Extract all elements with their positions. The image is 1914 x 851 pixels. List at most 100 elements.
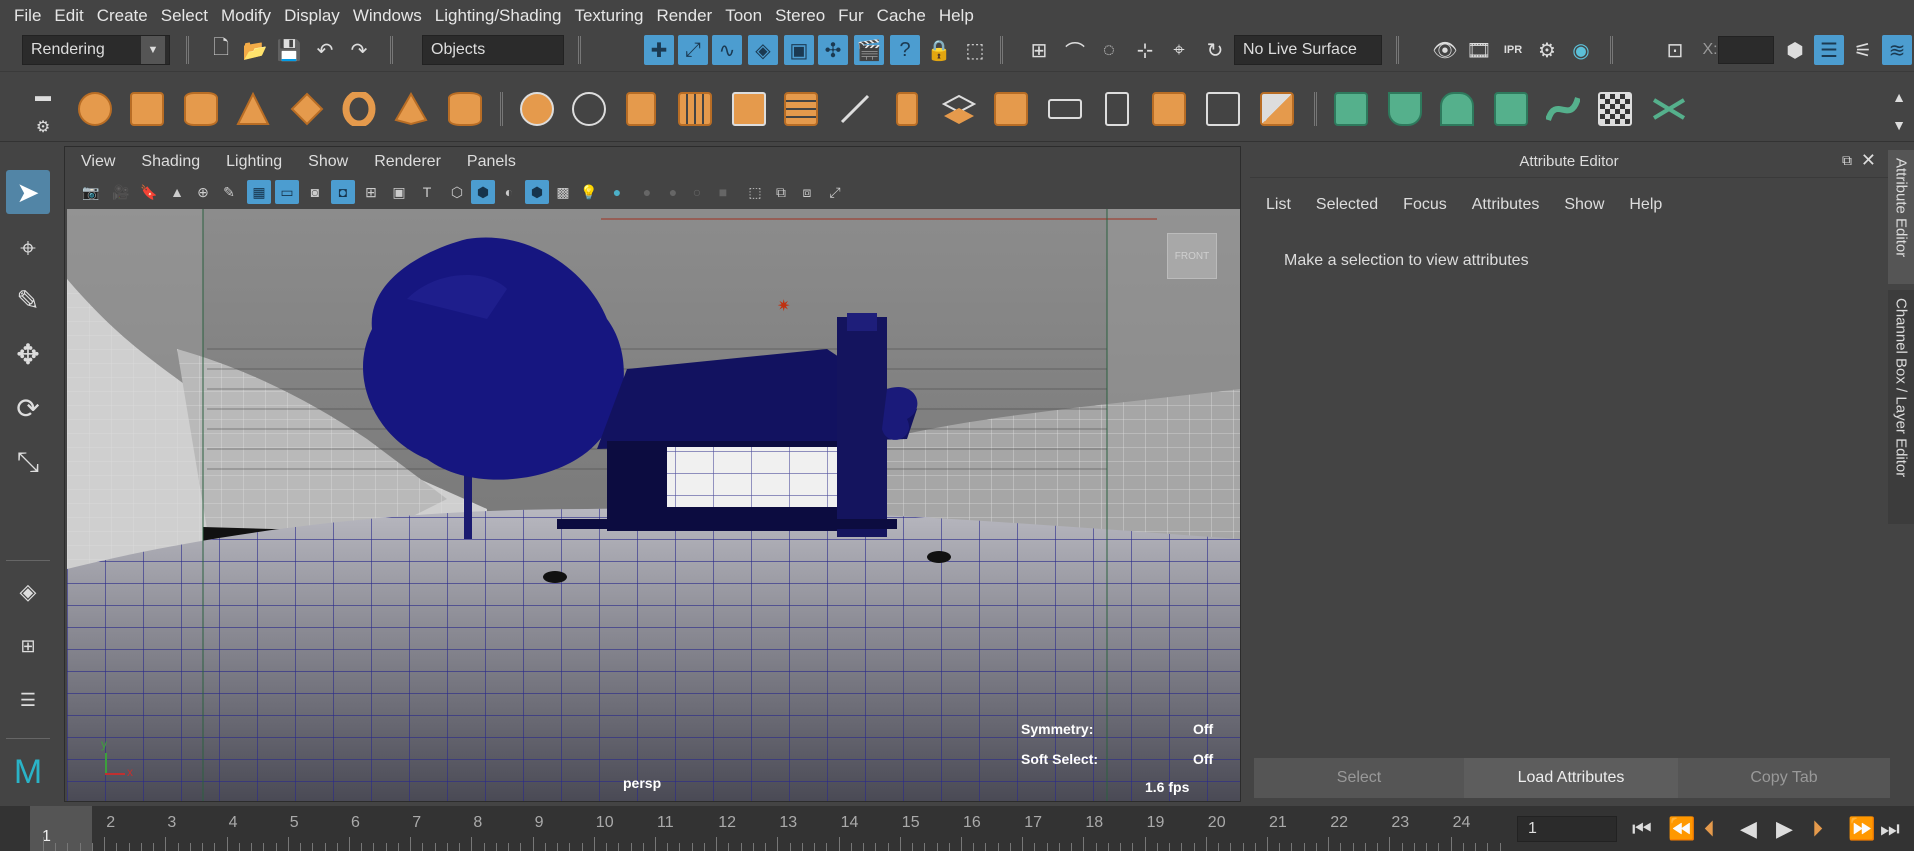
current-frame-marker[interactable]: 1: [30, 806, 92, 851]
viewport-3d[interactable]: ✷ FRONT Symmetry: Off Soft Select: Off 1…: [67, 209, 1240, 801]
smooth-shade-icon[interactable]: ⬢: [471, 180, 495, 204]
render-settings-icon[interactable]: ⚙: [1532, 35, 1562, 65]
select-tool-icon[interactable]: ➤: [6, 170, 50, 214]
hypershade-icon[interactable]: ◉: [1566, 35, 1596, 65]
append-polygon-icon[interactable]: [990, 88, 1032, 130]
poly-pyramid-icon[interactable]: [390, 88, 432, 130]
screen-space-ao-icon[interactable]: ●: [635, 180, 659, 204]
x-coordinate-input[interactable]: [1718, 36, 1774, 64]
grease-pencil-icon[interactable]: ✎: [217, 180, 241, 204]
menu-windows[interactable]: Windows: [353, 6, 435, 26]
separate-icon[interactable]: [568, 88, 610, 130]
go-to-end-icon[interactable]: ⏭: [1880, 816, 1900, 842]
channel-box-toggle-icon[interactable]: ≋: [1882, 35, 1912, 65]
redo-icon[interactable]: ↷: [344, 35, 374, 65]
viewport-menu-panels[interactable]: Panels: [467, 153, 516, 171]
depth-of-field-icon[interactable]: ■: [711, 180, 735, 204]
select-by-deformation-icon[interactable]: ▣: [784, 35, 814, 65]
lighting-icon[interactable]: ◐: [497, 180, 521, 204]
render-current-frame-icon[interactable]: 🎞: [1464, 35, 1494, 65]
tab-attribute-editor[interactable]: Attribute Editor: [1888, 150, 1914, 284]
play-forwards-icon[interactable]: ▶: [1776, 816, 1793, 842]
bounding-box-icon[interactable]: [1044, 88, 1086, 130]
play-backwards-icon[interactable]: ◀: [1740, 816, 1757, 842]
step-back-key-icon[interactable]: ⏪: [1668, 816, 1695, 842]
step-forward-frame-icon[interactable]: ⏵: [1812, 816, 1823, 842]
lasso-tool-icon[interactable]: ⌖: [6, 226, 50, 270]
wireframe-icon[interactable]: ⬡: [445, 180, 469, 204]
snap-to-point-icon[interactable]: ◌: [1094, 35, 1124, 65]
menu-render[interactable]: Render: [656, 6, 725, 26]
menu-edit[interactable]: Edit: [54, 6, 96, 26]
menu-select[interactable]: Select: [161, 6, 221, 26]
poly-cube-icon[interactable]: [126, 88, 168, 130]
menu-fur[interactable]: Fur: [838, 6, 877, 26]
bookmark-icon[interactable]: 🔖: [137, 180, 161, 204]
resolution-gate-icon[interactable]: ◙: [303, 180, 327, 204]
image-plane-icon[interactable]: ▲: [165, 180, 189, 204]
select-by-handle-icon[interactable]: ⤢: [678, 35, 708, 65]
scale-tool-icon[interactable]: ⤡: [6, 440, 50, 484]
rotate-tool-icon[interactable]: ⟳: [6, 386, 50, 430]
current-frame-input[interactable]: 1: [1517, 816, 1617, 842]
safe-action-icon[interactable]: ▣: [387, 180, 411, 204]
safe-title-icon[interactable]: T: [415, 180, 439, 204]
select-by-surface-icon[interactable]: ◈: [748, 35, 778, 65]
go-to-start-icon[interactable]: ⏮: [1632, 816, 1652, 842]
poly-plane-icon[interactable]: [286, 88, 328, 130]
curve-warp-icon[interactable]: [1542, 88, 1584, 130]
shadows-icon[interactable]: ●: [605, 180, 629, 204]
uv-cut-icon[interactable]: [1648, 88, 1690, 130]
motion-blur-icon[interactable]: ●: [661, 180, 685, 204]
shelf-minimize-icon[interactable]: ▬: [28, 82, 58, 112]
ae-menu-attributes[interactable]: Attributes: [1472, 196, 1540, 214]
tool-settings-icon[interactable]: ⚟: [1848, 35, 1878, 65]
four-view-layout-icon[interactable]: ⊞: [6, 624, 50, 668]
make-live-icon[interactable]: ⌖: [1164, 35, 1194, 65]
xray-components-icon[interactable]: ⤢: [823, 180, 847, 204]
insert-edge-loop-icon[interactable]: [886, 88, 928, 130]
transform-constraint-icon[interactable]: ⊡: [1660, 35, 1690, 65]
select-by-hierarchy-icon[interactable]: ✚: [644, 35, 674, 65]
move-tool-icon[interactable]: ✥: [6, 332, 50, 376]
poly-sphere-icon[interactable]: [74, 88, 116, 130]
viewport-menu-view[interactable]: View: [81, 153, 115, 171]
select-by-dynamics-icon[interactable]: ✣: [818, 35, 848, 65]
isolate-select-icon[interactable]: ⬚: [743, 180, 767, 204]
menu-toon[interactable]: Toon: [725, 6, 775, 26]
cluster-icon[interactable]: [1202, 88, 1244, 130]
viewport-menu-lighting[interactable]: Lighting: [226, 153, 282, 171]
maya-logo-icon[interactable]: M: [6, 750, 50, 794]
select-by-misc-icon[interactable]: ?: [890, 35, 920, 65]
menu-help[interactable]: Help: [939, 6, 987, 26]
undo-icon[interactable]: ↶: [310, 35, 340, 65]
xray-joints-icon[interactable]: ⧈: [795, 180, 819, 204]
xray-icon[interactable]: ⧉: [769, 180, 793, 204]
menuset-dropdown[interactable]: Rendering ▼: [22, 35, 170, 65]
render-view-icon[interactable]: 👁: [1430, 35, 1460, 65]
modeling-toolkit-icon[interactable]: ⬢: [1780, 35, 1810, 65]
paint-select-icon[interactable]: ✎: [6, 278, 50, 322]
select-camera-icon[interactable]: 📷: [79, 180, 103, 204]
checker-texture-icon[interactable]: [1594, 88, 1636, 130]
camera-attributes-icon[interactable]: 🎥: [109, 180, 133, 204]
combine-icon[interactable]: [516, 88, 558, 130]
gate-mask-icon[interactable]: ◘: [331, 180, 355, 204]
view-cube[interactable]: FRONT: [1167, 233, 1217, 279]
field-chart-icon[interactable]: ⊞: [359, 180, 383, 204]
anti-aliasing-icon[interactable]: ○: [685, 180, 709, 204]
scale-uv-icon[interactable]: [1148, 88, 1190, 130]
select-button[interactable]: Select: [1254, 758, 1464, 798]
new-scene-icon[interactable]: 🗋: [206, 35, 236, 65]
close-icon[interactable]: ✕: [1861, 150, 1876, 171]
mirror-icon[interactable]: [620, 88, 662, 130]
menu-modify[interactable]: Modify: [221, 6, 284, 26]
open-scene-icon[interactable]: 📂: [240, 35, 270, 65]
time-slider[interactable]: 1 12345678910111213141516171819202122232…: [0, 806, 1914, 851]
nurbs-cylinder-icon[interactable]: [1436, 88, 1478, 130]
film-gate-icon[interactable]: ▭: [275, 180, 299, 204]
nurbs-cube-icon[interactable]: [1490, 88, 1532, 130]
shelf-scroll-up-icon[interactable]: ▲: [1884, 82, 1914, 112]
nurbs-plane-icon[interactable]: [1384, 88, 1426, 130]
ae-menu-help[interactable]: Help: [1629, 196, 1662, 214]
